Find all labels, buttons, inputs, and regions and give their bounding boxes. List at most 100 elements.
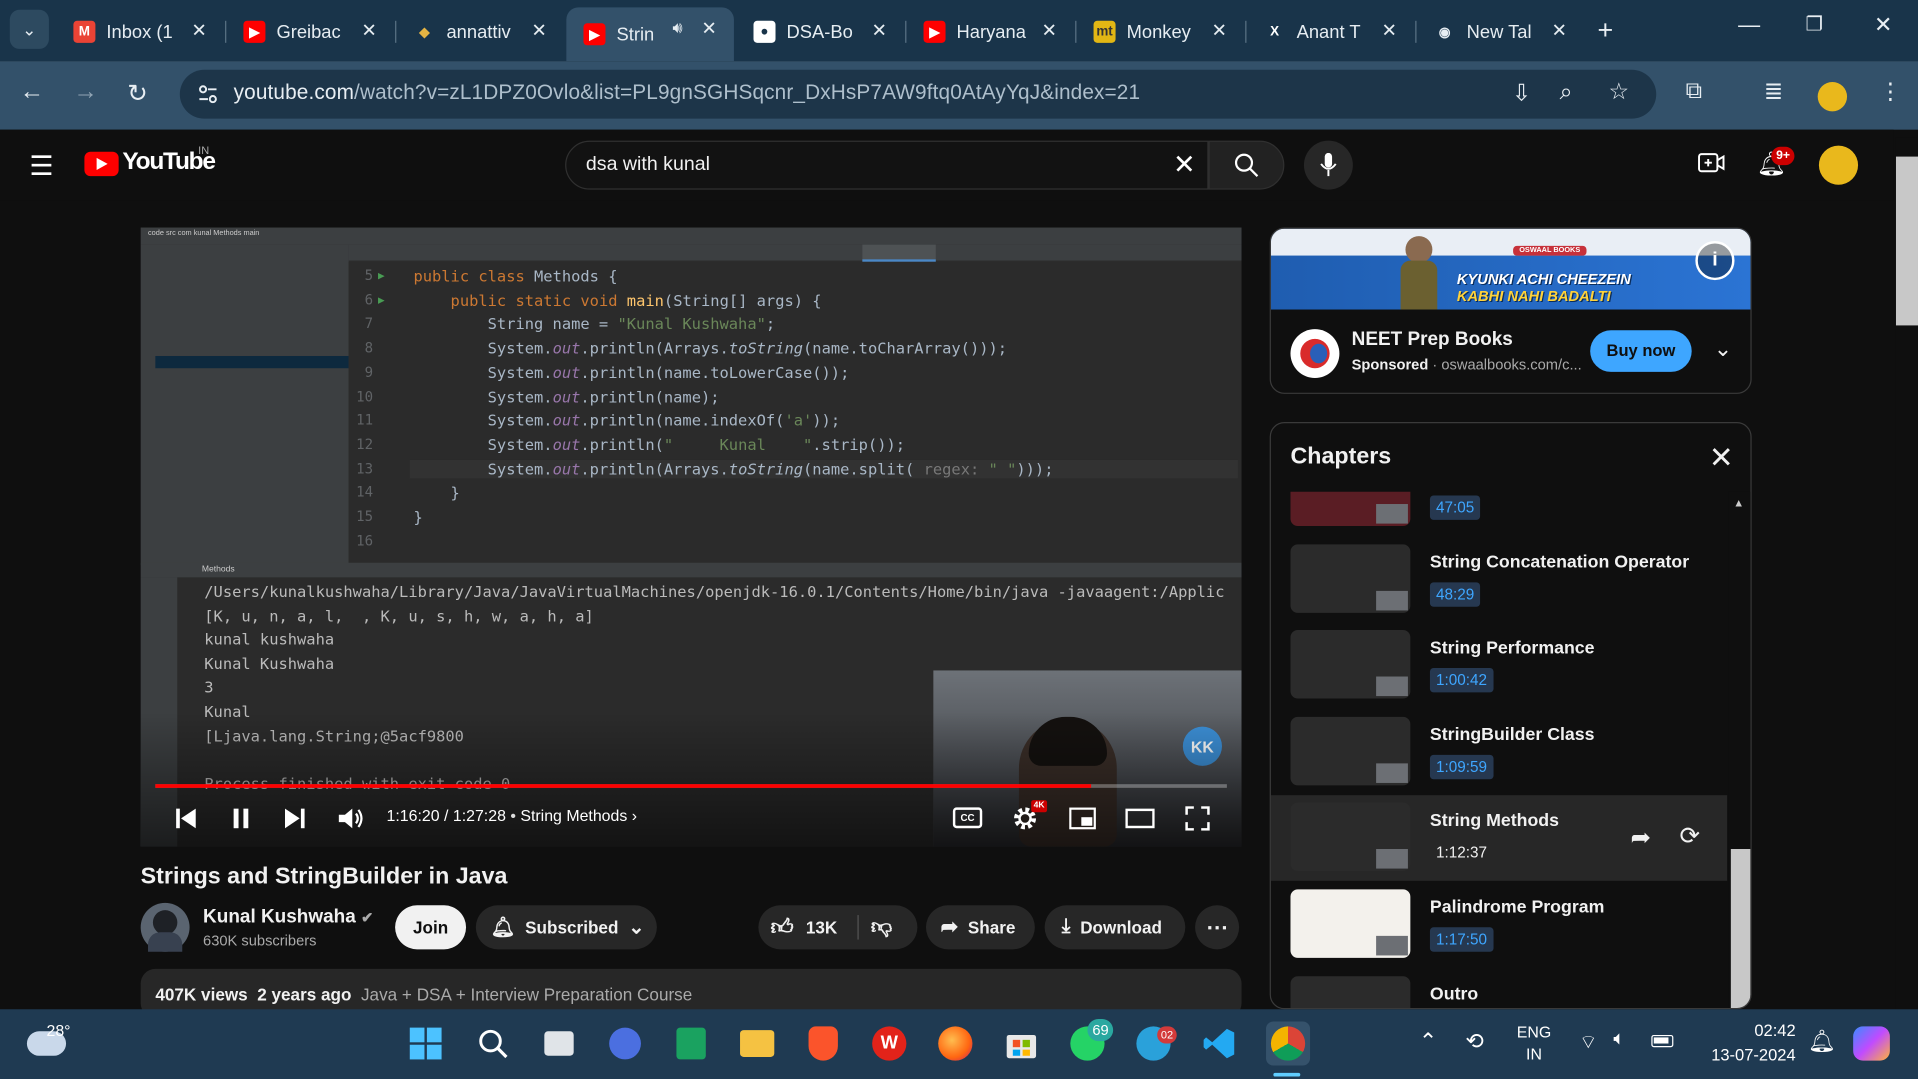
hamburger-menu-icon[interactable]: ☰ xyxy=(29,150,53,182)
chapter-thumbnail[interactable] xyxy=(1290,975,1411,1009)
browser-tab[interactable]: ● DSA-Bo ✕ xyxy=(736,10,904,54)
video-progress-bar[interactable] xyxy=(155,784,1227,788)
close-tab-icon[interactable]: ✕ xyxy=(1382,20,1397,42)
playlist-link[interactable]: Java + DSA + Interview Preparation Cours… xyxy=(361,985,692,1005)
current-chapter[interactable]: String Methods xyxy=(520,806,627,824)
taskbar-store[interactable] xyxy=(1002,1024,1041,1063)
more-actions-button[interactable]: ⋯ xyxy=(1195,905,1240,950)
clear-search-icon[interactable]: ✕ xyxy=(1173,149,1196,181)
taskbar-firefox[interactable] xyxy=(936,1024,975,1063)
fullscreen-icon[interactable] xyxy=(1185,806,1210,831)
taskbar-file-explorer[interactable] xyxy=(738,1024,777,1063)
site-info-icon[interactable] xyxy=(197,83,219,105)
like-icon[interactable]: 👍︎ xyxy=(771,914,794,941)
scroll-up-icon[interactable]: ▲ xyxy=(1733,497,1744,509)
channel-avatar[interactable] xyxy=(140,902,190,952)
subscribed-button[interactable]: 🔔︎ Subscribed ⌄ xyxy=(475,905,657,950)
bookmark-star-icon[interactable]: ☆ xyxy=(1609,78,1630,106)
speaker-icon[interactable]: 🔈︎ xyxy=(1613,1029,1625,1051)
minimize-button[interactable]: — xyxy=(1738,12,1760,38)
volume-icon[interactable] xyxy=(338,806,365,830)
share-chapter-icon[interactable]: ➦ xyxy=(1631,823,1652,854)
join-button[interactable]: Join xyxy=(395,905,467,950)
tab-audio-icon[interactable]: 🔊︎ xyxy=(673,18,683,38)
dislike-icon[interactable]: 👎︎ xyxy=(871,914,892,940)
close-chapters-icon[interactable]: ✕ xyxy=(1709,440,1734,475)
close-tab-icon[interactable]: ✕ xyxy=(531,20,546,42)
search-input[interactable]: dsa with kunal ✕ xyxy=(565,140,1209,190)
ad-info-icon[interactable]: i xyxy=(1695,241,1735,281)
sync-icon[interactable]: ⟲ xyxy=(1465,1029,1483,1055)
miniplayer-icon[interactable] xyxy=(1069,807,1096,830)
close-tab-icon[interactable]: ✕ xyxy=(1041,20,1056,42)
install-app-icon[interactable]: ⇩ xyxy=(1512,80,1531,108)
browser-tab[interactable]: ◉ New Tal ✕ xyxy=(1416,10,1584,54)
show-hidden-icons[interactable]: ⌃ xyxy=(1419,1029,1437,1055)
chapter-item[interactable]: 47:05 xyxy=(1271,491,1727,536)
chapter-item[interactable]: Palindrome Program 1:17:50 xyxy=(1271,882,1727,968)
close-tab-icon[interactable]: ✕ xyxy=(1552,20,1567,42)
sponsored-ad-card[interactable]: OSWAAL BOOKS KYUNKI ACHI CHEEZEIN KABHI … xyxy=(1269,227,1752,394)
browser-tab[interactable]: X Anant T ✕ xyxy=(1246,10,1414,54)
taskbar-wps[interactable]: W xyxy=(870,1024,909,1063)
clock[interactable]: 02:42 13-07-2024 xyxy=(1703,1019,1795,1068)
page-scrollbar[interactable] xyxy=(1895,137,1918,1010)
advertiser-logo[interactable] xyxy=(1290,329,1340,379)
input-language[interactable]: ENG IN xyxy=(1517,1022,1551,1066)
chapter-item[interactable]: Outro xyxy=(1271,968,1727,1009)
chapter-timestamp[interactable]: 1:09:59 xyxy=(1429,754,1494,780)
taskbar-app-delta[interactable] xyxy=(605,1024,644,1063)
chapter-scrollbar[interactable]: ▲ xyxy=(1728,491,1751,1009)
chapter-timestamp[interactable]: 48:29 xyxy=(1429,581,1481,607)
chapter-timestamp[interactable]: 1:00:42 xyxy=(1429,668,1494,693)
chapter-thumbnail[interactable] xyxy=(1290,491,1411,527)
close-tab-icon[interactable]: ✕ xyxy=(701,17,716,39)
chapter-thumbnail[interactable] xyxy=(1290,716,1411,786)
media-control-icon[interactable]: ≣ xyxy=(1764,78,1783,106)
taskbar-app-sheets[interactable] xyxy=(672,1024,711,1063)
theater-mode-icon[interactable] xyxy=(1125,807,1155,829)
taskbar-chrome[interactable] xyxy=(1266,1021,1311,1066)
taskbar-brave[interactable] xyxy=(804,1024,843,1063)
battery-icon[interactable] xyxy=(1651,1034,1674,1048)
new-tab-button[interactable]: + xyxy=(1598,15,1614,47)
chapter-timestamp[interactable]: 47:05 xyxy=(1429,495,1481,520)
voice-search-button[interactable] xyxy=(1303,140,1353,190)
pause-icon[interactable] xyxy=(231,807,251,829)
browser-tab[interactable]: ▶ Greibac ✕ xyxy=(226,10,394,54)
back-button[interactable]: ← xyxy=(20,78,44,106)
chapter-item[interactable]: String Performance 1:00:42 xyxy=(1271,623,1727,709)
account-avatar[interactable] xyxy=(1818,145,1859,185)
buy-now-button[interactable]: Buy now xyxy=(1590,330,1692,372)
chapter-item[interactable]: StringBuilder Class 1:09:59 xyxy=(1271,709,1727,795)
share-button[interactable]: ➦ Share xyxy=(925,905,1035,950)
start-button[interactable] xyxy=(406,1024,445,1063)
chapter-item[interactable]: String Methods 1:12:37 ➦ ⟳ xyxy=(1270,795,1728,882)
zoom-icon[interactable]: ⌕ xyxy=(1560,80,1573,107)
close-tab-icon[interactable]: ✕ xyxy=(1211,20,1226,42)
channel-name[interactable]: Kunal Kushwaha ✔ xyxy=(203,907,373,929)
chapter-thumbnail[interactable] xyxy=(1290,889,1411,958)
video-player[interactable]: code src com kunal Methods main 5 public … xyxy=(140,227,1242,847)
captions-icon[interactable]: CC xyxy=(952,807,983,829)
chapter-item[interactable]: String Concatenation Operator 48:29 xyxy=(1271,537,1727,623)
chevron-right-icon[interactable]: › xyxy=(632,806,637,824)
youtube-logo-icon[interactable] xyxy=(84,151,119,177)
chapter-timestamp[interactable]: 1:12:37 xyxy=(1430,841,1493,865)
chapter-thumbnail[interactable] xyxy=(1290,630,1411,699)
wifi-icon[interactable]: ⌔ xyxy=(1579,1030,1597,1054)
close-window-button[interactable]: ✕ xyxy=(1874,12,1892,38)
chapter-thumbnail[interactable] xyxy=(1290,543,1411,613)
profile-avatar[interactable] xyxy=(1817,81,1848,112)
browser-tab[interactable]: M Inbox (1 ✕ xyxy=(56,10,224,54)
task-view-button[interactable] xyxy=(539,1024,578,1063)
next-icon[interactable] xyxy=(284,807,306,829)
taskbar-vscode[interactable] xyxy=(1200,1024,1239,1063)
like-count[interactable]: 13K xyxy=(806,918,837,938)
browser-tab[interactable]: ▶ Strin 🔊︎ ✕ xyxy=(566,7,734,62)
weather-temp[interactable]: 28° xyxy=(46,1022,70,1040)
chevron-down-icon[interactable]: ⌄ xyxy=(1714,336,1732,362)
download-button[interactable]: ⤓ Download xyxy=(1044,905,1186,950)
previous-icon[interactable] xyxy=(175,807,197,829)
browser-tab[interactable]: ▶ Haryana ✕ xyxy=(906,10,1074,54)
